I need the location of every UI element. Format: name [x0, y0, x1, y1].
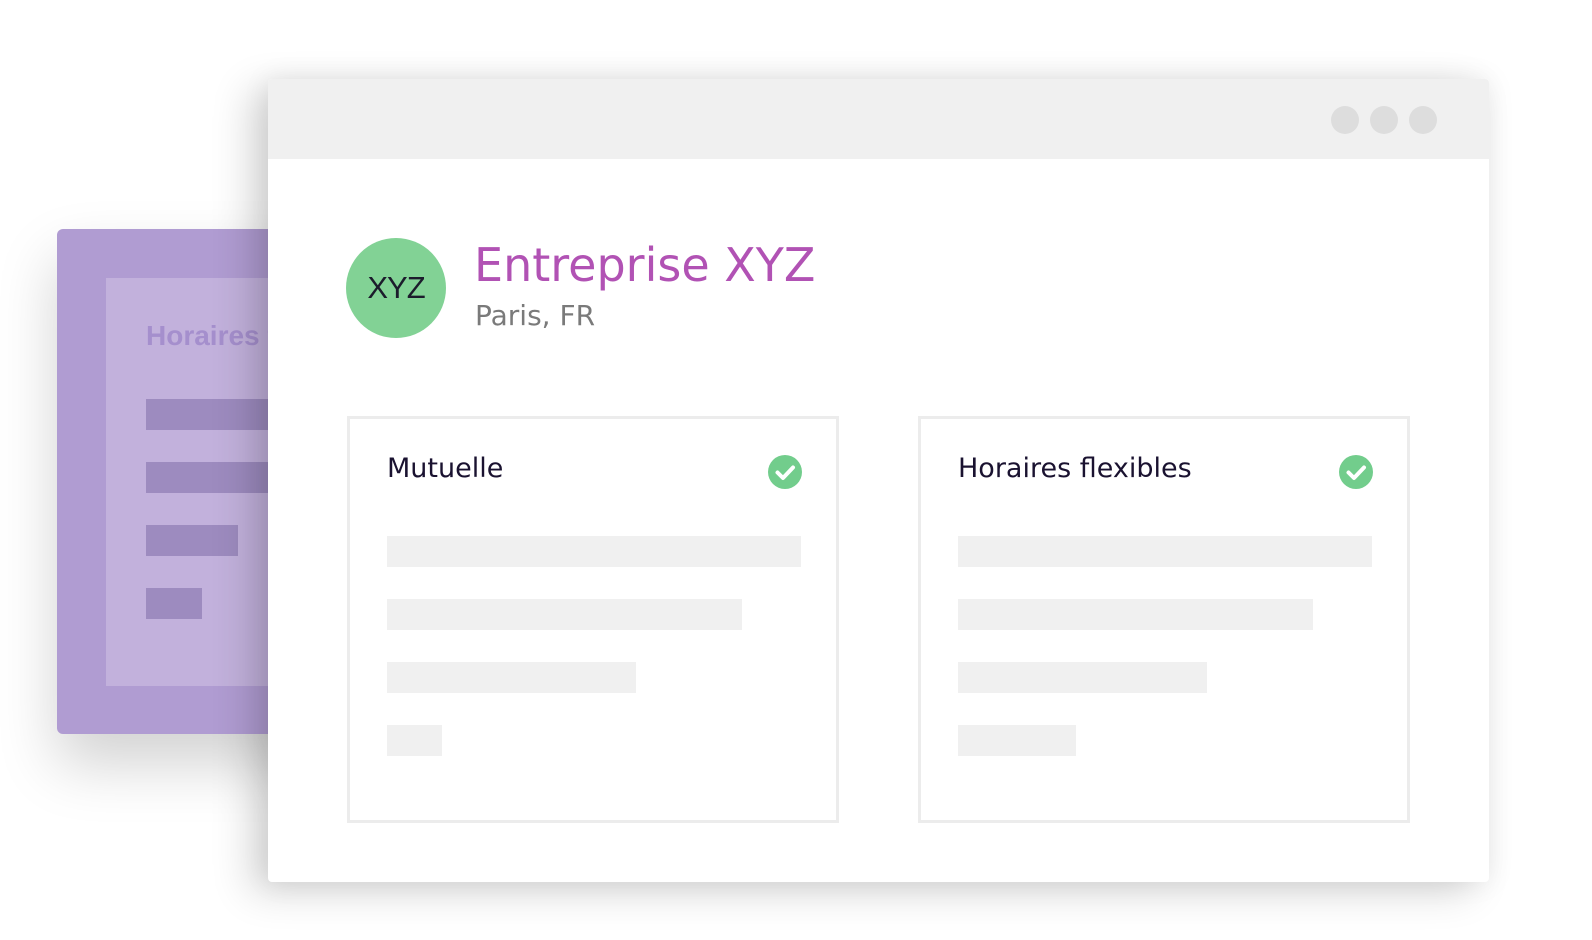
benefit-title: Horaires flexibles [958, 453, 1192, 484]
browser-window: XYZ Entreprise XYZ Paris, FR Mutuelle Ho… [268, 79, 1489, 882]
placeholder-line [958, 725, 1076, 756]
benefit-card-horaires-flexibles: Horaires flexibles [918, 416, 1410, 823]
check-circle-icon [768, 455, 802, 489]
placeholder-line [958, 662, 1207, 693]
benefit-card-mutuelle: Mutuelle [347, 416, 839, 823]
placeholder-line [387, 536, 801, 567]
check-circle-icon [1339, 455, 1373, 489]
background-card-line [146, 525, 238, 556]
benefit-title: Mutuelle [387, 453, 504, 484]
window-dot[interactable] [1409, 106, 1437, 134]
company-name: Entreprise XYZ [474, 238, 816, 292]
placeholder-line [958, 599, 1313, 630]
placeholder-line [387, 662, 636, 693]
company-location: Paris, FR [475, 299, 596, 332]
placeholder-line [958, 536, 1372, 567]
window-titlebar [268, 79, 1489, 159]
company-logo: XYZ [346, 238, 446, 338]
placeholder-line [387, 725, 442, 756]
placeholder-line [387, 599, 742, 630]
window-dot[interactable] [1331, 106, 1359, 134]
background-card-line [146, 588, 202, 619]
window-dot[interactable] [1370, 106, 1398, 134]
